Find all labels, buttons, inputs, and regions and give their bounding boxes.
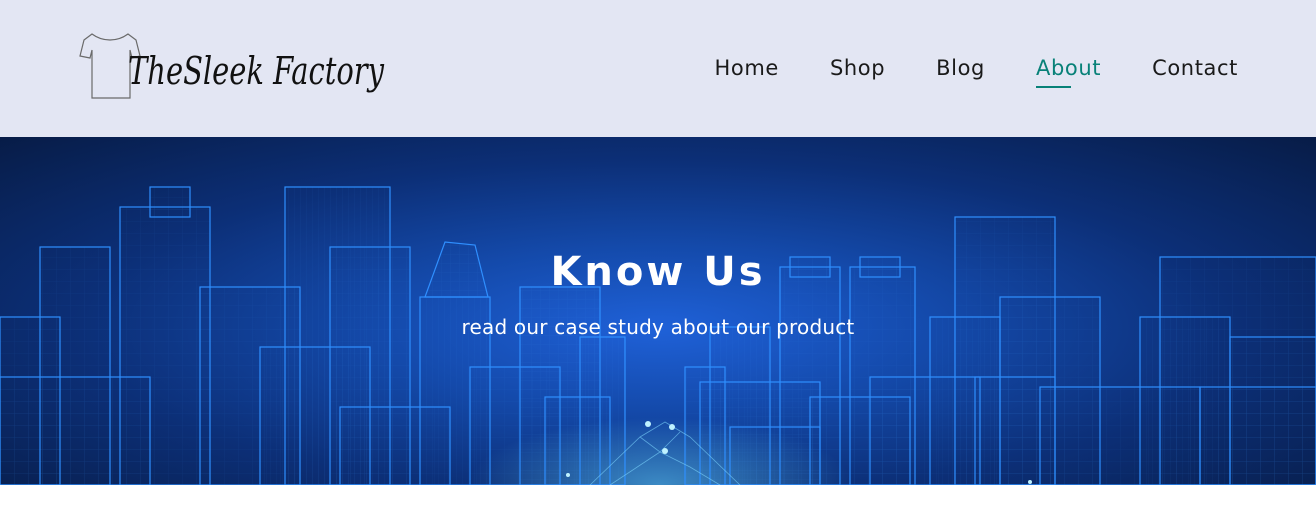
main-nav: Home Shop Blog About Contact: [664, 0, 1238, 137]
nav-link-shop[interactable]: Shop: [830, 56, 885, 82]
nav-item-shop: Shop: [830, 56, 885, 82]
nav-link-about[interactable]: About: [1036, 56, 1101, 88]
logo-text: TheSleek Factory: [128, 49, 384, 93]
site-logo[interactable]: TheSleek Factory: [78, 26, 388, 106]
nav-link-contact[interactable]: Contact: [1152, 56, 1238, 82]
nav-item-home: Home: [715, 56, 779, 82]
hero-title: Know Us: [550, 249, 766, 295]
nav-link-blog[interactable]: Blog: [936, 56, 985, 82]
site-header: TheSleek Factory Home Shop Blog About Co…: [0, 0, 1316, 137]
hero-banner: Know Us read our case study about our pr…: [0, 137, 1316, 485]
hero-subtitle: read our case study about our product: [461, 315, 855, 339]
nav-link-home[interactable]: Home: [715, 56, 779, 82]
nav-item-contact: Contact: [1152, 56, 1238, 82]
nav-item-about: About: [1036, 56, 1101, 88]
wireframe-city-skyline-icon: [0, 186, 1316, 485]
nav-item-blog: Blog: [936, 56, 985, 82]
